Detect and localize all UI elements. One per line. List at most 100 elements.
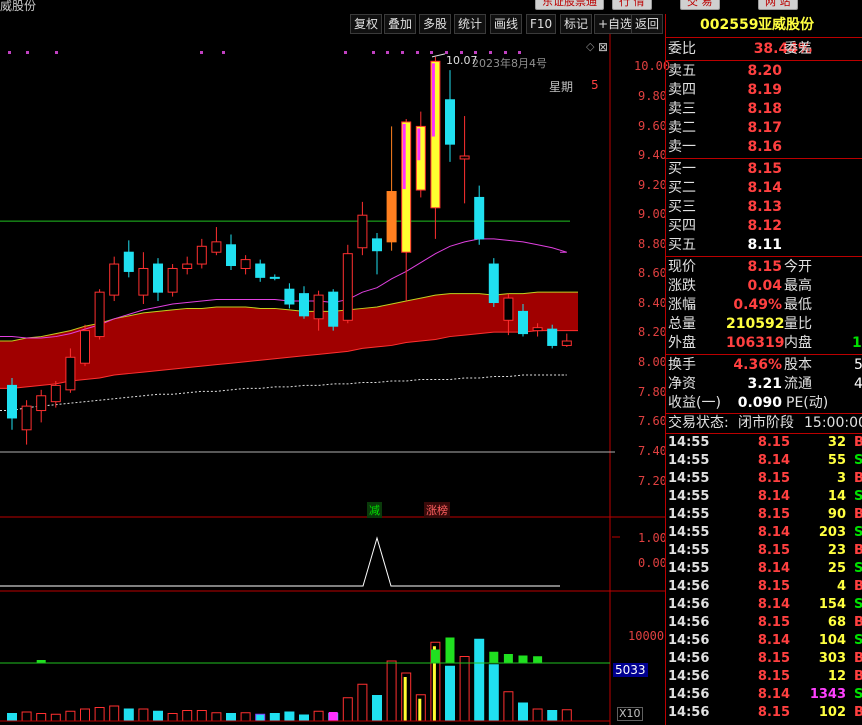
toolbar-draw-line[interactable]: 画线 — [490, 14, 523, 34]
stat-label-2: PE(动) — [786, 395, 829, 411]
candle — [299, 286, 309, 319]
stat-value: 3.21 — [747, 376, 782, 392]
candle — [284, 283, 295, 309]
trade-status-value: 闭市阶段 — [738, 415, 794, 431]
tick-price: 8.14 — [757, 633, 790, 648]
toolbar-add-watchlist[interactable]: +自选 — [594, 14, 637, 34]
tick-list[interactable]: 14:55 8.15 32 B 14:55 8.14 55 S 14:55 8.15 3 B 14:55… — [666, 434, 862, 725]
stat-tail: 4 — [854, 376, 862, 392]
sell-row-2[interactable]: 卖二 8.17 — [666, 119, 862, 138]
candle-body — [123, 251, 134, 272]
toolbar-statistics[interactable]: 统计 — [454, 14, 487, 34]
volume-bar — [372, 695, 382, 722]
toolbar-multi-stock[interactable]: 多股 — [419, 14, 452, 34]
candle — [342, 244, 353, 324]
candle — [269, 274, 280, 281]
candle — [328, 289, 339, 331]
marker-dot — [416, 51, 419, 54]
tick-time: 14:56 — [668, 615, 710, 630]
price-tick: 9.00 — [638, 207, 667, 221]
menu-dongzheng[interactable]: 东证股票通 — [535, 0, 604, 10]
volume-bar — [94, 707, 105, 722]
kline-chart[interactable]: ◇ ⊠ — [0, 34, 665, 725]
candle-body — [226, 244, 236, 267]
sell-price: 8.17 — [747, 120, 782, 136]
buy-price: 8.13 — [747, 199, 782, 215]
volume-bar — [342, 697, 353, 722]
stat2-row: 净资 3.21 流通 4 — [666, 375, 862, 394]
toolbar-overlay[interactable]: 叠加 — [384, 14, 417, 34]
candle-body — [240, 259, 251, 269]
toolbar-restore-rights[interactable]: 复权 — [350, 14, 383, 34]
stat-label: 涨幅 — [668, 297, 696, 313]
peak-date-label: 2023年8月4号 — [472, 57, 547, 70]
stat-label: 外盘 — [668, 335, 696, 351]
tick-time: 14:55 — [668, 543, 710, 558]
stat-label-2: 量比 — [784, 316, 812, 332]
tick-time: 14:56 — [668, 669, 710, 684]
candle-body — [503, 297, 514, 321]
candle — [386, 126, 397, 251]
tick-side: B — [854, 507, 862, 522]
tick-price: 8.15 — [757, 435, 790, 450]
sell-row-5[interactable]: 卖五 8.20 — [666, 62, 862, 81]
candle-body — [167, 267, 178, 293]
buy-row-4[interactable]: 买四 8.12 — [666, 217, 862, 236]
tick-volume: 68 — [827, 615, 846, 630]
candle-body — [153, 263, 163, 293]
sell-row-3[interactable]: 卖三 8.18 — [666, 100, 862, 119]
candle-body — [138, 267, 149, 296]
price-tick: 8.60 — [638, 266, 667, 280]
buy-row-5[interactable]: 买五 8.11 — [666, 236, 862, 255]
candle-body — [445, 99, 455, 145]
stat-label: 收益(一) — [668, 395, 721, 411]
volume-bar — [196, 710, 207, 722]
tick-volume: 25 — [827, 561, 846, 576]
tick-volume: 104 — [818, 633, 846, 648]
tick-volume: 154 — [818, 597, 846, 612]
stat-label-2: 股本 — [784, 357, 812, 373]
volume-bar — [488, 664, 499, 722]
menu-trade[interactable]: 交 易 — [680, 0, 720, 10]
tick-side: B — [854, 471, 862, 486]
volume-bar — [503, 691, 514, 722]
stat-row: 外盘 106319内盘 10 — [666, 334, 862, 353]
price-tick: 7.40 — [638, 444, 667, 458]
tick-volume: 23 — [827, 543, 846, 558]
tick-volume: 303 — [818, 651, 846, 666]
buy-row-2[interactable]: 买二 8.14 — [666, 179, 862, 198]
volume-bar-accent — [403, 677, 407, 721]
toolbar-back[interactable]: 返回 — [631, 14, 664, 34]
volume-flag-bar — [518, 655, 528, 663]
candle-body — [313, 294, 324, 320]
sell-row-1[interactable]: 卖一 8.16 — [666, 138, 862, 157]
buy-row-3[interactable]: 买三 8.13 — [666, 198, 862, 217]
stat2-row: 收益(一) 0.090 PE(动) — [666, 394, 862, 413]
candle-accent — [431, 63, 435, 137]
trade-status-label: 交易状态: — [668, 415, 729, 431]
candle — [372, 232, 382, 275]
toolbar-mark[interactable]: 标记 — [560, 14, 593, 34]
volume-bar — [561, 709, 572, 722]
tick-side: S — [854, 597, 862, 612]
toolbar-f10[interactable]: F10 — [526, 14, 557, 34]
price-tick: 9.40 — [638, 148, 667, 162]
menu-market[interactable]: 行 情 — [612, 0, 652, 10]
tick-volume: 203 — [818, 525, 846, 540]
sell-level-label: 卖五 — [668, 63, 696, 79]
tick-price: 8.14 — [757, 489, 790, 504]
menu-website[interactable]: 网 站 — [758, 0, 798, 10]
stat-value: 0.04 — [747, 278, 782, 294]
candle-body — [386, 191, 397, 243]
candle — [255, 259, 266, 282]
candle-body — [299, 293, 309, 317]
sell-row-4[interactable]: 卖四 8.19 — [666, 81, 862, 100]
buy-row-1[interactable]: 买一 8.15 — [666, 160, 862, 179]
candle-body — [80, 330, 90, 364]
trade-status-time: 15:00:00 — [804, 415, 862, 431]
tick-row: 14:55 8.15 32 B — [666, 434, 862, 452]
marker-dot — [386, 51, 389, 54]
tick-row: 14:56 8.15 12 B — [666, 668, 862, 686]
volume-flag-bar — [445, 637, 455, 663]
candle — [196, 238, 207, 269]
